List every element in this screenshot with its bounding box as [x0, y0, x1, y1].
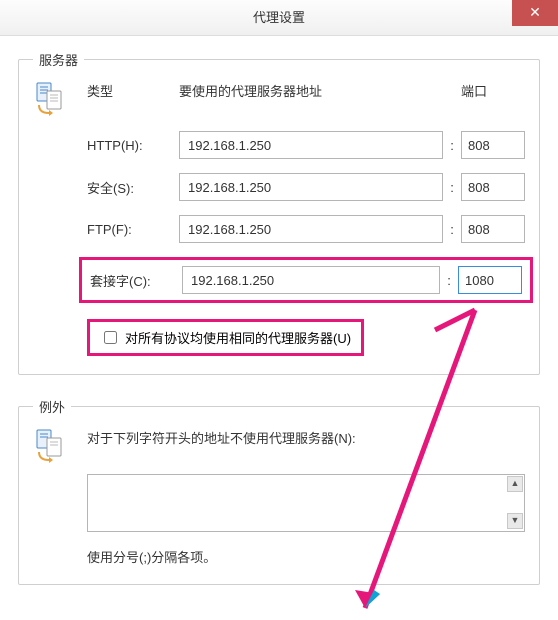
input-socks-addr[interactable] — [182, 266, 440, 294]
exceptions-legend: 例外 — [33, 397, 71, 416]
row-socks: 套接字(C): : — [90, 266, 522, 294]
same-proxy-checkbox-wrap[interactable]: 对所有协议均使用相同的代理服务器(U) — [87, 319, 364, 356]
titlebar: 代理设置 ✕ — [0, 0, 558, 36]
same-proxy-label: 对所有协议均使用相同的代理服务器(U) — [125, 328, 351, 347]
scroll-down-icon[interactable]: ▼ — [507, 513, 523, 529]
exceptions-intro: 对于下列字符开头的地址不使用代理服务器(N): — [87, 428, 525, 447]
server-legend: 服务器 — [33, 50, 84, 69]
same-proxy-checkbox[interactable] — [104, 331, 117, 344]
input-secure-port[interactable] — [461, 173, 525, 201]
exceptions-textarea[interactable] — [87, 474, 525, 532]
window-title: 代理设置 — [253, 10, 305, 25]
input-http-port[interactable] — [461, 131, 525, 159]
input-http-addr[interactable] — [179, 131, 443, 159]
server-group: 服务器 类型 要使用的代理服务器地址 端口 — [18, 50, 540, 375]
exceptions-icon — [33, 428, 69, 464]
exceptions-group: 例外 对于下列字符开头的地址不使用代理服务器(N): ▲ ▼ — [18, 397, 540, 585]
label-http: HTTP(H): — [87, 138, 179, 153]
row-http: HTTP(H): : — [87, 131, 525, 159]
scroll-up-icon[interactable]: ▲ — [507, 476, 523, 492]
colon: : — [440, 273, 458, 288]
input-ftp-port[interactable] — [461, 215, 525, 243]
label-ftp: FTP(F): — [87, 222, 179, 237]
header-addr: 要使用的代理服务器地址 — [179, 81, 451, 100]
row-secure: 安全(S): : — [87, 173, 525, 201]
exceptions-hint: 使用分号(;)分隔各项。 — [87, 547, 525, 566]
input-secure-addr[interactable] — [179, 173, 443, 201]
row-ftp: FTP(F): : — [87, 215, 525, 243]
colon: : — [443, 180, 461, 195]
socks-highlight: 套接字(C): : — [79, 257, 533, 303]
server-icon — [33, 81, 69, 117]
colon: : — [443, 222, 461, 237]
close-button[interactable]: ✕ — [512, 0, 558, 26]
header-type: 类型 — [87, 81, 179, 100]
input-socks-port[interactable] — [458, 266, 522, 294]
label-secure: 安全(S): — [87, 178, 179, 197]
label-socks: 套接字(C): — [90, 271, 182, 290]
server-header-row: 类型 要使用的代理服务器地址 端口 — [87, 81, 525, 100]
close-icon: ✕ — [529, 4, 541, 20]
header-port: 端口 — [451, 81, 525, 100]
colon: : — [443, 138, 461, 153]
input-ftp-addr[interactable] — [179, 215, 443, 243]
